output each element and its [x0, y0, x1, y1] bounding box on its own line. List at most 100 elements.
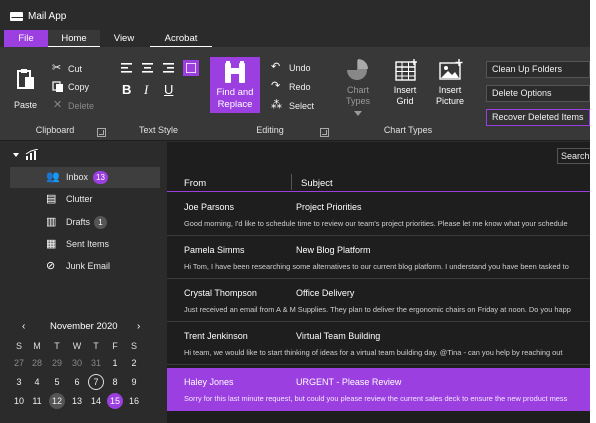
- calendar-day[interactable]: 12: [49, 393, 65, 409]
- sidebar-item-label: Sent Items: [66, 239, 110, 249]
- calendar-day[interactable]: 27: [11, 355, 27, 371]
- calendar-day[interactable]: 6: [69, 374, 85, 390]
- pie-chart-icon: [347, 59, 368, 80]
- message-row[interactable]: Joe Parsons Project Priorities Good morn…: [167, 193, 590, 236]
- chart-types-label-2: Types: [345, 96, 370, 106]
- tab-view[interactable]: View: [104, 30, 144, 47]
- editing-dialog-launcher[interactable]: [320, 128, 329, 137]
- bold-button[interactable]: B: [122, 83, 131, 96]
- calendar-day[interactable]: 1: [107, 355, 123, 371]
- tab-acrobat[interactable]: Acrobat: [150, 30, 212, 47]
- message-list-header: From Subject: [167, 170, 590, 192]
- chart-types-group-label: Chart Types: [383, 125, 433, 135]
- sidebar-item-label: Junk Email: [66, 261, 111, 271]
- sidebar-item-clutter[interactable]: ▤ Clutter: [10, 189, 160, 210]
- calendar-weekday-header: S: [15, 341, 22, 351]
- message-subject: New Blog Platform: [296, 245, 371, 255]
- cut-label: Cut: [68, 64, 83, 74]
- column-header-subject[interactable]: Subject: [301, 178, 333, 189]
- copy-button[interactable]: Copy: [52, 81, 102, 95]
- calendar-day[interactable]: 11: [29, 393, 45, 409]
- column-header-from[interactable]: From: [184, 178, 206, 189]
- sidebar-item-sent-items[interactable]: ▦ Sent Items: [10, 234, 160, 255]
- insert-grid-label-2: Grid: [396, 96, 414, 106]
- account-chart-icon: [25, 149, 39, 160]
- calendar-day[interactable]: 10: [11, 393, 27, 409]
- calendar-day[interactable]: 28: [29, 355, 45, 371]
- message-preview: Hi Tom, I have been researching some alt…: [184, 262, 569, 271]
- drafts-count-badge: 1: [94, 216, 107, 229]
- text-style-group-label: Text Style: [138, 125, 178, 135]
- column-divider[interactable]: [291, 174, 292, 190]
- sidebar-item-label: Drafts: [66, 217, 91, 227]
- calendar-day[interactable]: 29: [49, 355, 65, 371]
- next-month-button[interactable]: ›: [137, 321, 140, 332]
- insert-picture-button[interactable]: Insert Picture: [429, 57, 471, 107]
- message-row[interactable]: Pamela Simms New Blog Platform Hi Tom, I…: [167, 236, 590, 279]
- align-right-icon[interactable]: [163, 63, 174, 73]
- clipboard-dialog-launcher[interactable]: [97, 128, 106, 137]
- calendar-day[interactable]: 13: [69, 393, 85, 409]
- message-preview: Good morning, I'd like to schedule time …: [184, 219, 568, 228]
- sidebar-item-junk-email[interactable]: ⊘ Junk Email: [10, 256, 160, 277]
- insert-grid-button[interactable]: Insert Grid: [385, 57, 425, 107]
- previous-month-button[interactable]: ‹: [22, 321, 25, 332]
- tab-home[interactable]: Home: [48, 30, 100, 47]
- select-button[interactable]: ⁂ Select: [271, 100, 326, 114]
- find-and-replace-button[interactable]: Find and Replace: [210, 57, 260, 113]
- calendar-day[interactable]: 5: [49, 374, 65, 390]
- calendar-weekday-header: W: [72, 341, 82, 351]
- select-label: Select: [289, 101, 315, 111]
- paste-button[interactable]: Paste: [8, 65, 46, 115]
- justify-button[interactable]: [183, 60, 199, 76]
- calendar-day[interactable]: 31: [88, 355, 104, 371]
- unread-count-badge: 13: [93, 171, 108, 184]
- sidebar-item-inbox[interactable]: 👥 Inbox 13: [10, 167, 160, 188]
- delete-options-button[interactable]: Delete Options: [486, 85, 590, 102]
- calendar-day[interactable]: 30: [69, 355, 85, 371]
- calendar-day[interactable]: 9: [126, 374, 142, 390]
- redo-button[interactable]: ↷ Redo: [271, 81, 326, 95]
- recover-deleted-items-button[interactable]: Recover Deleted Items: [486, 109, 590, 126]
- message-row-selected[interactable]: Haley Jones URGENT - Please Review Sorry…: [167, 368, 590, 411]
- select-icon: ⁂: [271, 99, 282, 111]
- calendar-day[interactable]: 8: [107, 374, 123, 390]
- italic-button[interactable]: I: [144, 83, 148, 96]
- ribbon-tabs: File Home View Acrobat: [0, 30, 590, 47]
- copy-icon: [52, 81, 63, 92]
- calendar-day[interactable]: 4: [29, 374, 45, 390]
- justify-icon: [186, 63, 196, 73]
- chart-types-group: Chart Types Insert Grid Insert Picture C…: [333, 47, 483, 141]
- calendar-day[interactable]: 2: [126, 355, 142, 371]
- underline-button[interactable]: U: [164, 83, 173, 96]
- delete-button[interactable]: ✕ Delete: [52, 100, 102, 114]
- align-left-icon[interactable]: [121, 63, 132, 73]
- sidebar-item-drafts[interactable]: ▥ Drafts 1: [10, 212, 160, 233]
- redo-icon: ↷: [271, 80, 281, 92]
- chart-types-button[interactable]: Chart Types: [339, 57, 377, 119]
- message-sender: Crystal Thompson: [184, 288, 257, 298]
- calendar-day[interactable]: 15: [107, 393, 123, 409]
- align-center-icon[interactable]: [142, 63, 153, 73]
- calendar-day[interactable]: 3: [11, 374, 27, 390]
- clipboard-group: Paste ✂ Cut Copy ✕ Delete Clipboard: [0, 47, 110, 141]
- message-sender: Pamela Simms: [184, 245, 245, 255]
- message-row[interactable]: Crystal Thompson Office Delivery Just re…: [167, 279, 590, 322]
- message-row[interactable]: Trent Jenkinson Virtual Team Building Hi…: [167, 322, 590, 365]
- calendar-day[interactable]: 14: [88, 393, 104, 409]
- app-title: Mail App: [28, 11, 67, 22]
- find-and-replace-label-1: Find and: [216, 87, 254, 98]
- binoculars-icon: [225, 61, 245, 83]
- calendar-day[interactable]: 16: [126, 393, 142, 409]
- cut-button[interactable]: ✂ Cut: [52, 63, 102, 77]
- clean-up-folders-button[interactable]: Clean Up Folders: [486, 61, 590, 78]
- undo-button[interactable]: ↶ Undo: [271, 62, 326, 76]
- calendar-day[interactable]: 7: [88, 374, 104, 390]
- tab-file[interactable]: File: [4, 30, 48, 47]
- insert-picture-label-2: Picture: [435, 96, 464, 106]
- search-input[interactable]: Search: [557, 148, 590, 164]
- collapse-chevron-icon[interactable]: [13, 153, 19, 157]
- calendar-weekday-header: T: [93, 341, 99, 351]
- grid-icon: [395, 59, 417, 81]
- folder-pane: 👥 Inbox 13 ▤ Clutter ▥ Drafts 1 ▦ Sent I…: [0, 142, 165, 423]
